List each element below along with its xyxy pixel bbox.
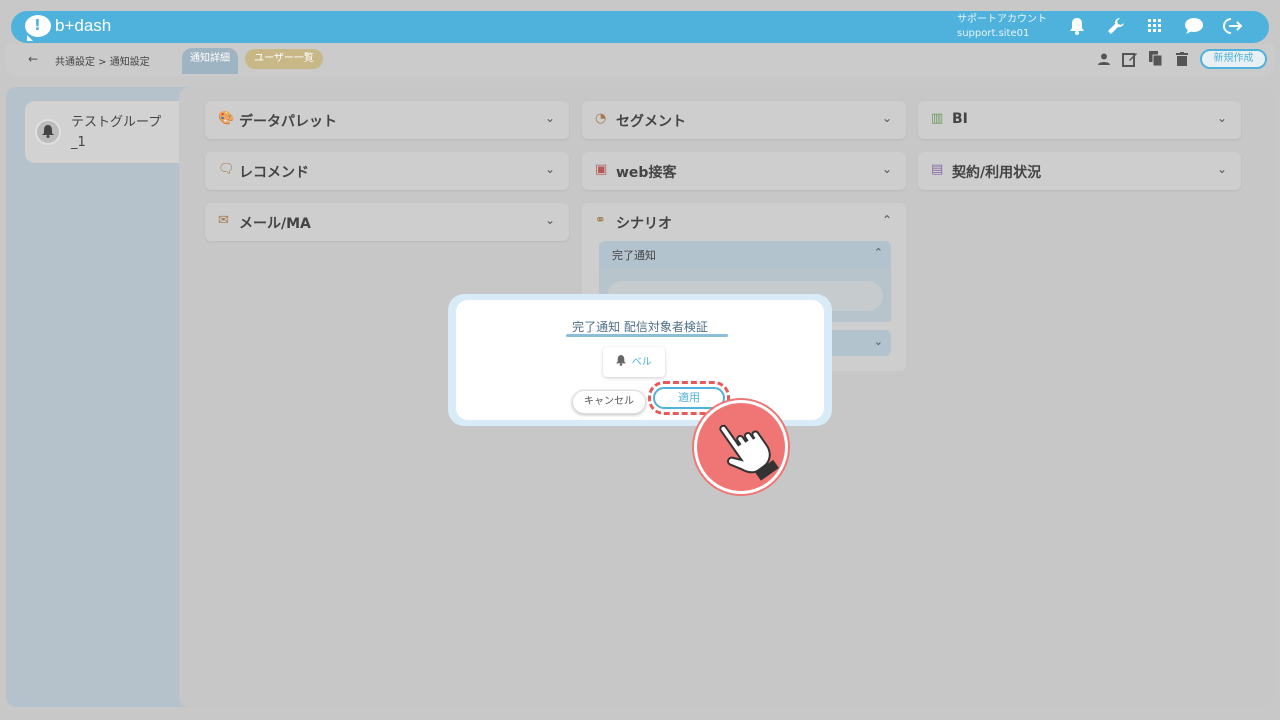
card-mail[interactable]: ✉ メール/MA ⌄: [205, 203, 569, 241]
chevron-down-icon: ⌄: [544, 162, 555, 176]
logout-icon[interactable]: [1222, 15, 1244, 37]
top-bar: ! b+dash サポートアカウント support.site01: [11, 11, 1269, 43]
logo[interactable]: ! b+dash: [25, 15, 112, 41]
tab-user-list[interactable]: ユーザー一覧: [245, 49, 323, 69]
edit-icon[interactable]: [1120, 49, 1140, 69]
wrench-icon[interactable]: [1105, 15, 1127, 37]
sidebar-item-group[interactable]: テストグループ_1: [25, 101, 185, 163]
person-icon[interactable]: [1094, 49, 1114, 69]
group-label: テストグループ_1: [71, 115, 162, 150]
card-title: BI: [952, 111, 968, 127]
chip-label: ベル: [631, 357, 652, 368]
toolbar-icons: 新規作成: [1094, 49, 1267, 69]
card-title: メール/MA: [239, 216, 311, 232]
logo-bubble-icon: !: [25, 15, 51, 41]
chevron-down-icon: ⌄: [1216, 162, 1227, 176]
pointer-hand-icon: [694, 400, 788, 494]
sub-bar: ← 共通設定 > 通知設定 通知詳細 ユーザー一覧 新規作成: [6, 44, 1274, 76]
logo-mark: !: [34, 16, 41, 34]
card-title: セグメント: [616, 114, 686, 130]
card-title: 契約/利用状況: [952, 165, 1042, 181]
copy-icon[interactable]: [1146, 49, 1166, 69]
header-icons: [1066, 15, 1244, 37]
card-title: レコメンド: [239, 165, 309, 181]
chevron-down-icon: ⌄: [881, 111, 892, 125]
bell-chip[interactable]: ベル: [603, 347, 665, 377]
account-info: サポートアカウント support.site01: [957, 13, 1047, 41]
back-arrow-icon[interactable]: ←: [28, 52, 38, 66]
palette-icon: 🎨: [218, 111, 235, 126]
chevron-down-icon: ⌄: [873, 335, 883, 348]
account-site: support.site01: [957, 28, 1030, 39]
chevron-up-icon: ⌃: [873, 246, 883, 259]
card-title[interactable]: シナリオ: [616, 213, 672, 233]
monitor-icon: ▣: [595, 162, 608, 177]
new-create-button[interactable]: 新規作成: [1200, 49, 1267, 69]
cancel-button[interactable]: キャンセル: [572, 390, 646, 414]
title-underline: [566, 334, 728, 337]
modal-title: 完了通知 配信対象者検証: [572, 320, 708, 334]
card-contract[interactable]: ▤ 契約/利用状況 ⌄: [918, 152, 1241, 190]
chevron-down-icon: ⌄: [881, 162, 892, 176]
mail-icon: ✉: [218, 213, 229, 228]
chart-icon: ▥: [931, 111, 944, 126]
recommend-icon: 🗨: [218, 162, 235, 177]
bell-icon: [616, 355, 630, 368]
bell-icon: [35, 119, 61, 145]
tab-notification-detail[interactable]: 通知詳細: [182, 48, 238, 74]
card-data-palette[interactable]: 🎨 データパレット ⌄: [205, 101, 569, 139]
chevron-down-icon: ⌄: [544, 213, 555, 227]
logo-text: b+dash: [55, 16, 112, 35]
breadcrumb: 共通設定 > 通知設定: [55, 57, 150, 68]
account-name: サポートアカウント: [957, 14, 1047, 25]
chevron-up-icon[interactable]: ⌃: [882, 213, 892, 227]
card-title: データパレット: [239, 114, 337, 130]
chevron-down-icon: ⌄: [1216, 111, 1227, 125]
segment-icon: ◔: [595, 111, 607, 126]
scenario-icon: ⚭: [595, 213, 606, 228]
card-recommend[interactable]: 🗨 レコメンド ⌄: [205, 152, 569, 190]
chat-icon[interactable]: [1183, 15, 1205, 37]
card-bi[interactable]: ▥ BI ⌄: [918, 101, 1241, 139]
card-title: web接客: [616, 165, 677, 181]
card-web-service[interactable]: ▣ web接客 ⌄: [582, 152, 906, 190]
sub-section-label: 完了通知: [612, 249, 656, 262]
sub-section-header[interactable]: 完了通知 ⌃: [599, 241, 891, 267]
card-segment[interactable]: ◔ セグメント ⌄: [582, 101, 906, 139]
trash-icon[interactable]: [1172, 49, 1192, 69]
bell-icon[interactable]: [1066, 15, 1088, 37]
contract-icon: ▤: [931, 162, 944, 177]
grid-icon[interactable]: [1144, 15, 1166, 37]
chevron-down-icon: ⌄: [544, 111, 555, 125]
